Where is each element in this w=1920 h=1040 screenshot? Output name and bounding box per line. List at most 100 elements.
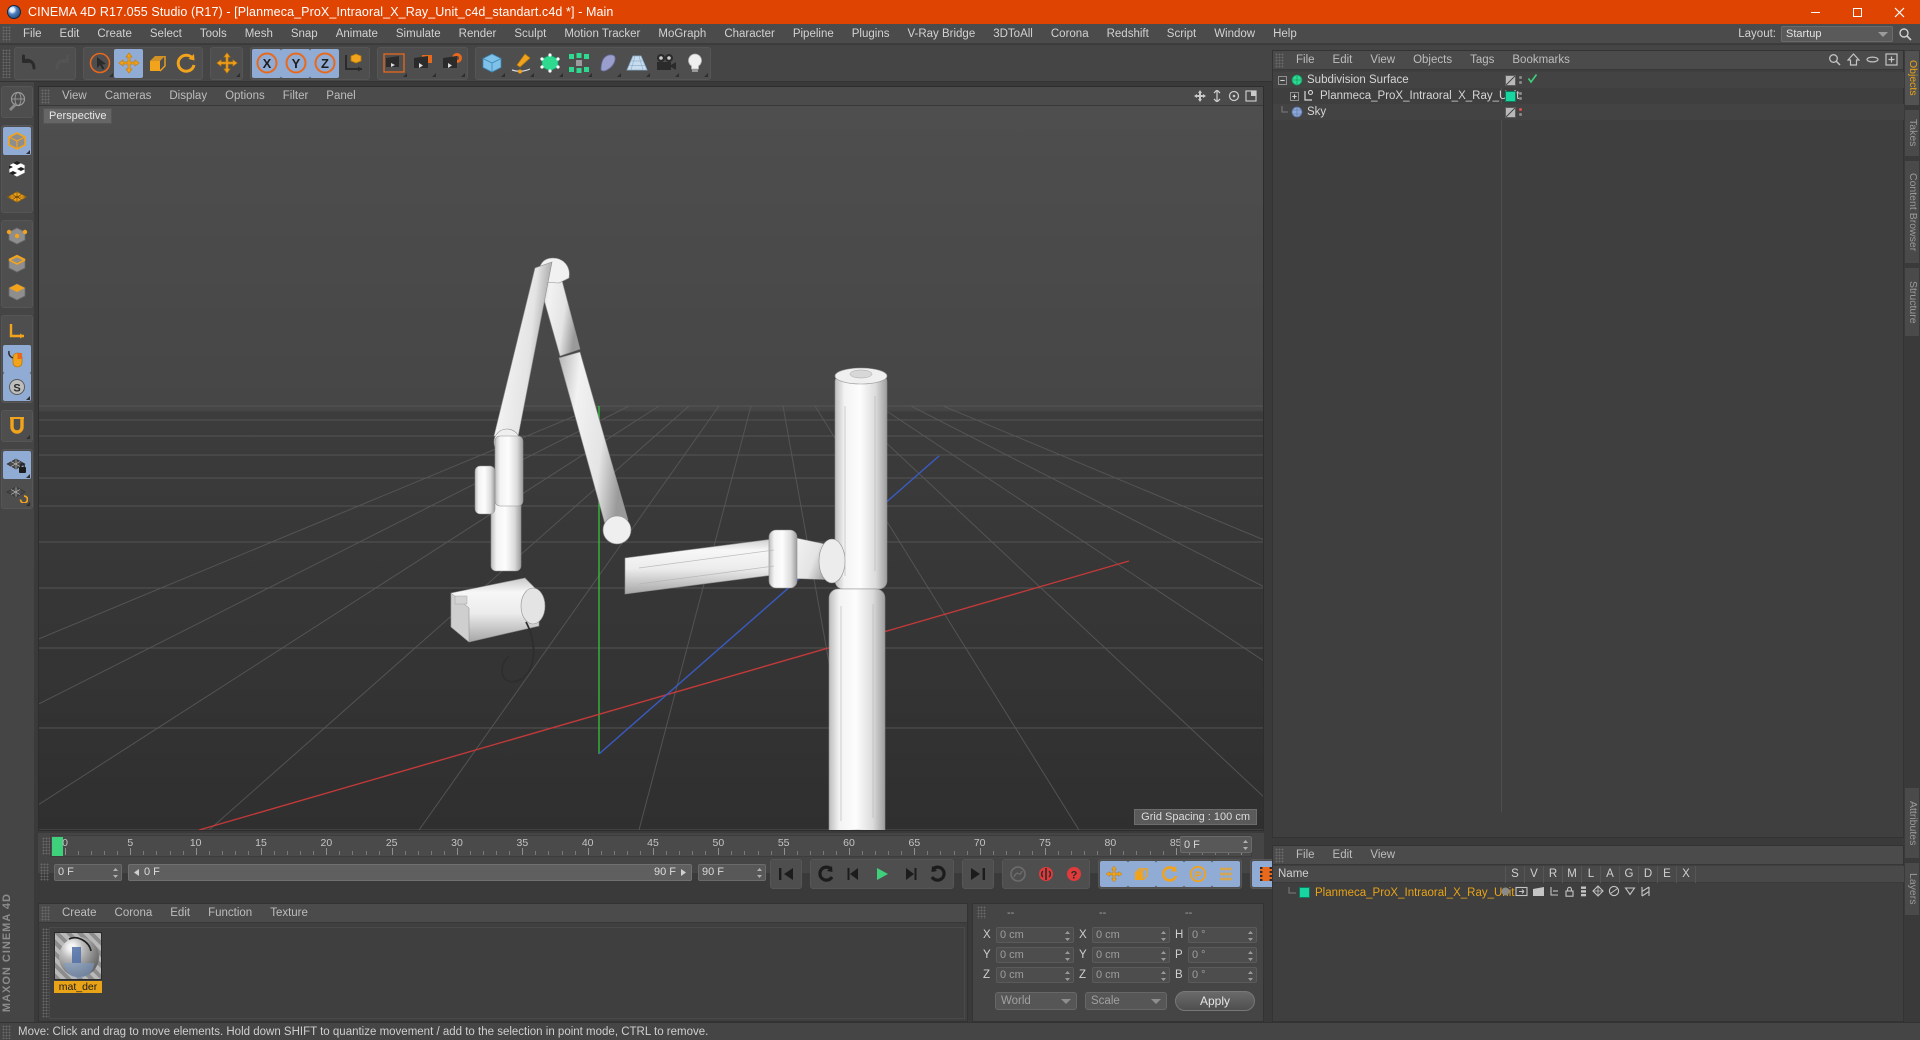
layer-column-v[interactable]: V [1524, 865, 1543, 883]
texture-mode-button[interactable] [3, 155, 31, 183]
object-row-sky[interactable]: Sky [1273, 104, 1905, 120]
move-view-icon[interactable] [1194, 90, 1206, 105]
go-to-next-key-button[interactable] [924, 861, 952, 887]
close-button[interactable] [1878, 0, 1920, 24]
menu-item-mograph[interactable]: MoGraph [649, 24, 715, 44]
coordinate-system-dropdown[interactable]: World [995, 992, 1077, 1010]
menu-item-redshift[interactable]: Redshift [1098, 24, 1158, 44]
menu-item-render[interactable]: Render [450, 24, 506, 44]
rotation-b-field[interactable]: 0 ° [1188, 966, 1257, 983]
viewport-grip[interactable] [41, 88, 50, 104]
menu-item-window[interactable]: Window [1205, 24, 1264, 44]
spinner-icon[interactable] [1160, 970, 1167, 982]
viewport-menu-filter[interactable]: Filter [274, 87, 318, 106]
add-light-button[interactable] [680, 48, 709, 78]
search-icon[interactable] [1828, 53, 1841, 69]
generators-icon[interactable] [1592, 885, 1604, 900]
material-name-label[interactable]: mat_der [54, 981, 102, 993]
layer-menu-file[interactable]: File [1287, 846, 1324, 865]
object-menu-tags[interactable]: Tags [1461, 51, 1503, 70]
expressions-icon[interactable] [1624, 886, 1636, 900]
status-bar-grip[interactable] [2, 1024, 11, 1039]
add-array-button[interactable] [564, 48, 593, 78]
right-tab-objects[interactable]: Objects [1904, 50, 1920, 106]
add-scene-environment-button[interactable] [622, 48, 651, 78]
spinner-icon[interactable] [112, 867, 119, 879]
lock-workplane-button[interactable] [3, 451, 31, 479]
menu-grip[interactable] [2, 25, 11, 42]
step-forward-button[interactable] [896, 861, 924, 887]
material-menu-edit[interactable]: Edit [161, 904, 199, 923]
spinner-icon[interactable] [1247, 970, 1254, 982]
deformers-icon[interactable] [1608, 885, 1620, 900]
menu-item-motion-tracker[interactable]: Motion Tracker [555, 24, 649, 44]
render-settings-button[interactable] [437, 48, 466, 78]
material-menu-corona[interactable]: Corona [106, 904, 162, 923]
points-mode-button[interactable] [3, 222, 31, 250]
live-selection-tool[interactable] [85, 48, 114, 78]
free-move-tool[interactable] [212, 48, 241, 78]
layer-column-e[interactable]: E [1657, 865, 1676, 883]
position-z-field[interactable]: 0 cm [996, 966, 1074, 983]
rotation-p-field[interactable]: 0 ° [1188, 946, 1257, 963]
right-tab-content-browser[interactable]: Content Browser [1904, 160, 1920, 264]
position-x-field[interactable]: 0 cm [996, 926, 1074, 943]
layer-column-s[interactable]: S [1505, 865, 1524, 883]
material-item[interactable]: mat_der [54, 932, 102, 993]
tree-expander-icon[interactable] [1290, 91, 1301, 101]
record-position-button[interactable] [1100, 861, 1128, 887]
menu-item-create[interactable]: Create [88, 24, 141, 44]
object-row-planmeca-prox-unit[interactable]: Planmeca_ProX_Intraoral_X_Ray_Unit [1273, 88, 1905, 104]
xref-icon[interactable] [1640, 886, 1651, 900]
viewport-view-tag[interactable]: Perspective [43, 108, 113, 124]
maximize-button[interactable] [1836, 0, 1878, 24]
object-row-subdivision-surface[interactable]: Subdivision Surface [1273, 72, 1905, 88]
menu-item-select[interactable]: Select [141, 24, 191, 44]
material-sphere-thumb[interactable] [54, 932, 102, 980]
manager-icon[interactable] [1549, 886, 1560, 900]
menu-item-character[interactable]: Character [715, 24, 784, 44]
step-back-button[interactable] [840, 861, 868, 887]
layer-menu-edit[interactable]: Edit [1324, 846, 1362, 865]
spinner-icon[interactable] [1064, 970, 1071, 982]
play-button[interactable] [868, 861, 896, 887]
lock-x-axis[interactable]: X [252, 48, 281, 78]
record-rotation-button[interactable] [1156, 861, 1184, 887]
fit-icon[interactable] [1885, 53, 1898, 69]
timeline-bottom-grip[interactable] [40, 863, 49, 881]
position-y-field[interactable]: 0 cm [996, 946, 1074, 963]
spinner-icon[interactable] [1247, 950, 1254, 962]
spinner-icon[interactable] [1160, 950, 1167, 962]
workplane-mode-button[interactable] [3, 183, 31, 211]
object-menu-view[interactable]: View [1361, 51, 1404, 70]
home-icon[interactable] [1846, 53, 1861, 69]
menu-item-help[interactable]: Help [1264, 24, 1306, 44]
animation-icon[interactable] [1579, 886, 1588, 900]
visibility-dots[interactable] [1519, 92, 1522, 100]
scale-view-icon[interactable] [1211, 89, 1223, 105]
size-z-field[interactable]: 0 cm [1092, 966, 1170, 983]
transform-mode-dropdown[interactable]: Scale [1085, 992, 1167, 1010]
lock-y-axis[interactable]: Y [281, 48, 310, 78]
undo-button[interactable] [16, 48, 45, 78]
rotate-view-icon[interactable] [1228, 90, 1240, 105]
object-menu-objects[interactable]: Objects [1404, 51, 1461, 70]
layer-column-d[interactable]: D [1638, 865, 1657, 883]
right-tab-layers[interactable]: Layers [1904, 862, 1920, 916]
keyframe-selection-button[interactable]: ? [1060, 861, 1088, 887]
edges-mode-button[interactable] [3, 250, 31, 278]
autokey-button[interactable] [1004, 861, 1032, 887]
right-tab-takes[interactable]: Takes [1904, 109, 1920, 157]
maximize-view-icon[interactable] [1245, 90, 1257, 105]
menu-item-mesh[interactable]: Mesh [236, 24, 282, 44]
add-spline-button[interactable] [506, 48, 535, 78]
render-view-button[interactable] [379, 48, 408, 78]
move-tool[interactable] [114, 48, 143, 78]
spinner-icon[interactable] [756, 867, 763, 879]
layer-menu-view[interactable]: View [1361, 846, 1404, 865]
apply-button[interactable]: Apply [1175, 991, 1255, 1011]
toolbar-grip[interactable] [2, 48, 11, 78]
redo-button[interactable] [45, 48, 74, 78]
solo-icon[interactable] [1500, 886, 1511, 900]
visibility-dots[interactable] [1519, 108, 1522, 116]
